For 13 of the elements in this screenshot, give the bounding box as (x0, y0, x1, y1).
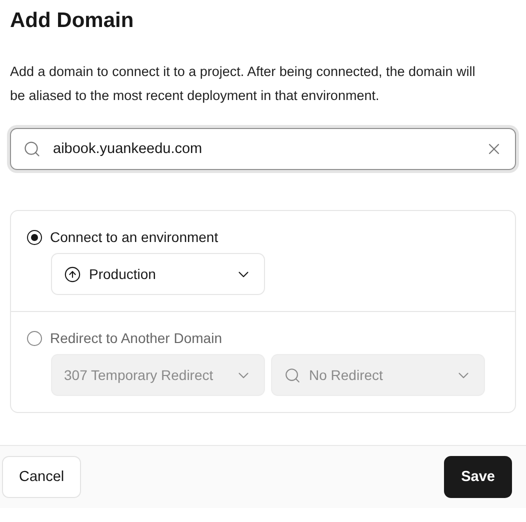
arrow-up-circle-icon (64, 266, 81, 282)
search-icon (23, 140, 41, 158)
radio-button[interactable] (27, 230, 42, 244)
option-label: Connect to an environment (50, 229, 218, 245)
domain-input[interactable]: aibook.yuankeedu.com (53, 141, 473, 157)
save-button[interactable]: Save (444, 456, 512, 498)
dialog-description: Add a domain to connect it to a project. After being connected, the domain will be aliased to the most recent deployment in that environment. (10, 63, 476, 105)
select-dropdown[interactable]: Production (51, 253, 265, 295)
option-label: Redirect to Another Domain (50, 330, 222, 346)
search-icon (284, 366, 301, 384)
cancel-button[interactable]: Cancel (2, 456, 82, 498)
domain-field[interactable]: aibook.yuankeedu.com (10, 128, 516, 170)
dialog-title: Add Domain (10, 8, 135, 34)
